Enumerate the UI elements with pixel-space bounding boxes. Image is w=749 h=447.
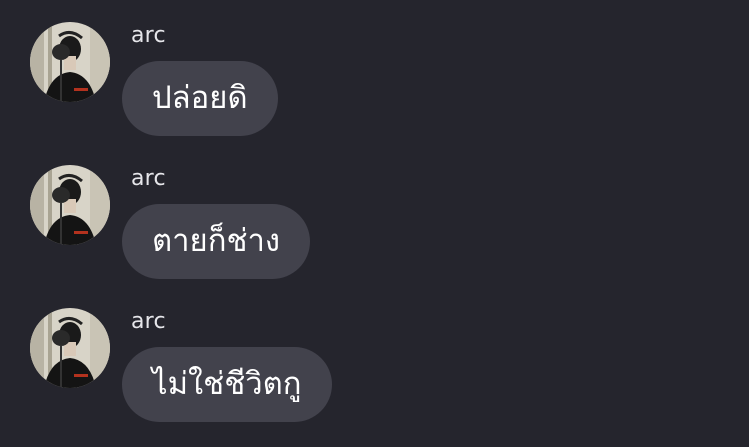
message-bubble[interactable]: ปล่อยดิ (122, 61, 278, 136)
user-avatar-photo-icon (30, 308, 110, 388)
user-avatar-photo-icon (30, 165, 110, 245)
sender-name: arc (131, 309, 166, 334)
message-group: arc ปล่อยดิ (0, 0, 749, 143)
chat-thread: arc ปล่อยดิ arc ตายก็ช่าง arc ไม่ใช่ชีวิ… (0, 0, 749, 447)
message-bubble[interactable]: ไม่ใช่ชีวิตกู (122, 347, 332, 422)
avatar[interactable] (30, 308, 110, 388)
message-text: ตายก็ช่าง (152, 223, 281, 259)
message-group: arc ตายก็ช่าง (0, 143, 749, 286)
message-text: ปล่อยดิ (152, 80, 248, 116)
message-group: arc ไม่ใช่ชีวิตกู (0, 286, 749, 429)
sender-name: arc (131, 166, 166, 191)
avatar[interactable] (30, 165, 110, 245)
avatar[interactable] (30, 22, 110, 102)
message-bubble[interactable]: ตายก็ช่าง (122, 204, 311, 279)
message-text: ไม่ใช่ชีวิตกู (152, 366, 302, 402)
user-avatar-photo-icon (30, 22, 110, 102)
sender-name: arc (131, 23, 166, 48)
